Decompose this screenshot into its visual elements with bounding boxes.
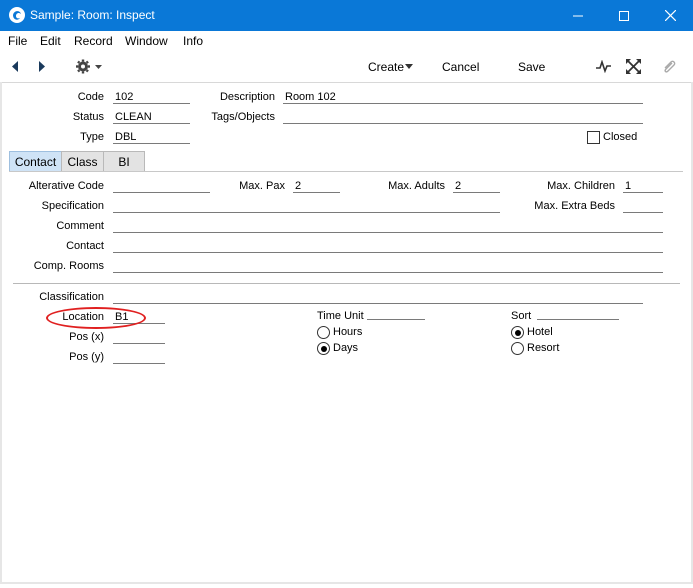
menu-window[interactable]: Window (125, 34, 168, 48)
comment-label: Comment (56, 220, 104, 232)
tab-contact[interactable]: Contact (9, 151, 62, 171)
radio-days-label: Days (333, 342, 359, 354)
create-button[interactable]: Create (368, 60, 404, 74)
menu-bar: File Edit Record Window Info (0, 31, 693, 51)
max-pax-value: 2 (295, 180, 302, 192)
contact-label: Contact (66, 240, 104, 252)
pulse-icon[interactable] (596, 60, 611, 73)
menu-info[interactable]: Info (183, 34, 203, 48)
pos-y-field[interactable] (113, 363, 165, 364)
code-label: Code (77, 91, 104, 103)
toolbar: Create Cancel Save (0, 51, 693, 83)
menu-file[interactable]: File (8, 34, 27, 48)
maximize-icon (619, 10, 629, 21)
forward-arrow-icon[interactable] (37, 60, 47, 73)
closed-checkbox[interactable] (587, 131, 600, 144)
tab-bi[interactable]: BI (103, 151, 145, 171)
tab-contact-label: Contact (14, 154, 57, 169)
tab-class[interactable]: Class (61, 151, 104, 171)
tab-class-label: Class (67, 154, 98, 169)
comp-rooms-label: Comp. Rooms (33, 260, 104, 272)
pos-x-label: Pos (x) (69, 331, 104, 343)
close-icon (664, 10, 676, 21)
status-label: Status (72, 111, 104, 123)
comp-rooms-field[interactable] (113, 272, 663, 273)
close-button[interactable] (647, 0, 693, 31)
max-adults-field[interactable] (453, 192, 500, 193)
radio-hotel-label: Hotel (527, 326, 553, 338)
alt-code-field[interactable] (113, 192, 210, 193)
code-field[interactable] (113, 103, 190, 104)
gear-icon[interactable] (75, 58, 105, 75)
save-button[interactable]: Save (518, 60, 545, 74)
status-field[interactable] (113, 123, 190, 124)
tab-bi-label: BI (118, 154, 130, 169)
chevron-down-icon[interactable] (405, 64, 414, 70)
tags-label: Tags/Objects (211, 111, 275, 123)
max-children-label: Max. Children (547, 180, 615, 192)
code-value: 102 (115, 91, 134, 103)
tags-field[interactable] (283, 123, 643, 124)
contact-field[interactable] (113, 252, 663, 253)
max-adults-label: Max. Adults (388, 180, 445, 192)
alt-code-label: Alterative Code (28, 180, 104, 192)
minimize-button[interactable] (555, 0, 601, 31)
description-label: Description (219, 91, 275, 103)
type-value: DBL (115, 131, 137, 143)
location-highlight-ellipse (46, 307, 146, 329)
classification-field[interactable] (113, 303, 643, 304)
status-value: CLEAN (115, 111, 152, 123)
time-unit-label: Time Unit (317, 310, 364, 322)
description-field[interactable] (283, 103, 643, 104)
radio-resort[interactable] (511, 342, 524, 355)
comment-field[interactable] (113, 232, 663, 233)
app-icon (9, 7, 25, 23)
max-pax-field[interactable] (293, 192, 340, 193)
radio-resort-label: Resort (527, 342, 560, 354)
menu-record[interactable]: Record (74, 34, 113, 48)
section-divider (13, 283, 680, 284)
type-label: Type (80, 131, 104, 143)
window-title: Sample: Room: Inspect (30, 8, 155, 22)
sort-label: Sort (511, 310, 532, 322)
specification-field[interactable] (113, 212, 500, 213)
sort-line (537, 319, 619, 320)
radio-days[interactable] (317, 342, 330, 355)
max-children-value: 1 (625, 180, 632, 192)
max-extra-beds-field[interactable] (623, 212, 663, 213)
max-pax-label: Max. Pax (239, 180, 285, 192)
paperclip-icon[interactable] (662, 59, 676, 75)
closed-label: Closed (603, 131, 638, 143)
max-children-field[interactable] (623, 192, 663, 193)
radio-hotel[interactable] (511, 326, 524, 339)
back-arrow-icon[interactable] (10, 60, 20, 73)
type-field[interactable] (113, 143, 190, 144)
title-bar: Sample: Room: Inspect (0, 0, 693, 31)
cancel-button[interactable]: Cancel (442, 60, 479, 74)
tab-divider (9, 171, 683, 172)
radio-hours[interactable] (317, 326, 330, 339)
pos-x-field[interactable] (113, 343, 165, 344)
maximize-button[interactable] (601, 0, 647, 31)
specification-label: Specification (41, 200, 104, 212)
time-unit-line (367, 319, 425, 320)
minimize-icon (573, 15, 583, 16)
expand-icon[interactable] (626, 59, 641, 74)
max-extra-beds-label: Max. Extra Beds (534, 200, 615, 212)
classification-label: Classification (39, 291, 104, 303)
radio-hours-label: Hours (333, 326, 363, 338)
description-value: Room 102 (285, 91, 336, 103)
pos-y-label: Pos (y) (69, 351, 104, 363)
max-adults-value: 2 (455, 180, 462, 192)
menu-edit[interactable]: Edit (40, 34, 61, 48)
